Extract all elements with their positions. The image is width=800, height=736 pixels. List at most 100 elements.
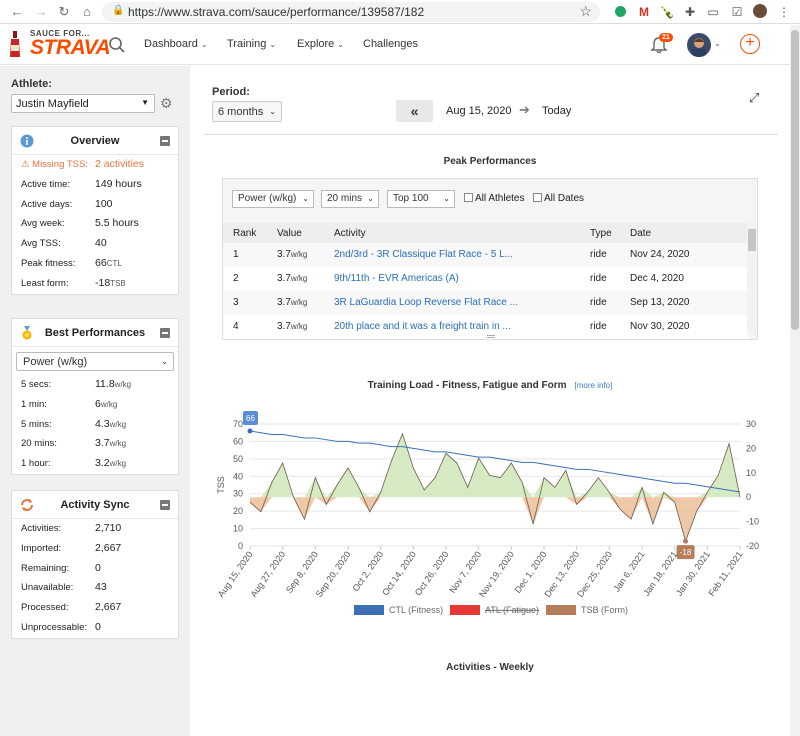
- legend-label: ATL (Fatigue): [485, 605, 539, 615]
- legend-label: CTL (Fitness): [389, 605, 443, 615]
- y-left-tick-label: 70: [233, 419, 243, 429]
- best-key: 1 hour:: [21, 458, 51, 470]
- best-key: 1 min:: [21, 398, 47, 410]
- x-tick-label: Sep 8, 2020: [284, 549, 320, 595]
- overview-row: Active time: 149 hours: [12, 175, 178, 195]
- best-unit: w/kg: [114, 380, 132, 389]
- best-unit: w/kg: [109, 459, 127, 469]
- collapse-icon[interactable]: [160, 328, 170, 338]
- overview-key: Least form:: [21, 277, 69, 289]
- reload-icon[interactable]: ↻: [55, 3, 73, 21]
- checkbox-extension-icon[interactable]: ☑: [729, 4, 745, 20]
- ctl-peak-label: 66: [246, 414, 255, 423]
- sidebar: Athlete: Justin Mayfield ▼ ⚙ Overview ⚠ M…: [0, 66, 190, 736]
- y-right-tick-label: 10: [746, 468, 756, 478]
- x-tick-label: Nov 7, 2020: [447, 549, 483, 595]
- legend-swatch: [450, 605, 480, 615]
- avatar[interactable]: [687, 33, 711, 57]
- search-icon[interactable]: [108, 36, 126, 54]
- chevron-down-icon[interactable]: ⌄: [714, 39, 721, 48]
- chevron-down-icon: ▼: [141, 98, 149, 107]
- sauce-bottle-icon: [10, 31, 20, 57]
- x-tick-label: Aug 27, 2020: [248, 549, 287, 599]
- ctl-peak-marker: [247, 428, 253, 434]
- overview-key: Avg week:: [21, 218, 65, 230]
- chevron-down-icon: ⌄: [337, 40, 344, 49]
- menu-training[interactable]: Training ⌄: [227, 38, 276, 50]
- best-value: 3.2w/kg: [95, 457, 127, 470]
- profile-icon[interactable]: [752, 4, 768, 20]
- athlete-select[interactable]: Justin Mayfield ▼: [11, 94, 155, 113]
- sync-value: 2,667: [95, 541, 122, 554]
- star-icon[interactable]: ☆: [579, 3, 592, 20]
- overview-row: Least form: -18TSB: [12, 274, 178, 294]
- sync-row: Imported: 2,667: [12, 539, 178, 559]
- overview-value: -18TSB: [95, 276, 126, 289]
- x-tick-label: Jan 6, 2021: [611, 549, 646, 593]
- y-right-tick-label: 30: [746, 419, 756, 429]
- y-left-tick-label: 40: [233, 471, 243, 481]
- best-performances-panel: Best Performances Power (w/kg) ⌄ 5 secs: 1…: [11, 318, 179, 475]
- kebab-menu-icon[interactable]: ⋮: [776, 4, 792, 20]
- overview-row: Peak fitness: 66CTL: [12, 254, 178, 274]
- gear-icon[interactable]: ⚙: [160, 96, 174, 110]
- home-icon[interactable]: ⌂: [78, 3, 96, 21]
- address-bar[interactable]: 🔒 https://www.strava.com/sauce/performan…: [102, 2, 600, 22]
- extension-green-icon[interactable]: [612, 4, 628, 20]
- page-scrollbar-thumb[interactable]: [791, 30, 799, 330]
- sync-row: Activities: 2,710: [12, 519, 178, 539]
- back-icon[interactable]: ←: [8, 3, 26, 21]
- forward-icon[interactable]: →: [32, 3, 50, 21]
- overview-key: Avg TSS:: [21, 238, 61, 250]
- lock-icon: 🔒: [112, 5, 125, 16]
- sync-value: 2,710: [95, 522, 122, 534]
- gmail-icon[interactable]: M: [636, 4, 652, 20]
- y-left-tick-label: 30: [233, 489, 243, 499]
- sync-row: Unprocessable: 0: [12, 618, 178, 638]
- best-performances-title: Best Performances: [44, 327, 146, 339]
- overview-row: ⚠ Missing TSS: 2 activities: [12, 155, 178, 175]
- sync-key: Unprocessable:: [21, 621, 88, 633]
- best-row: 5 mins: 4.3w/kg: [12, 415, 178, 435]
- overview-value: 40: [95, 237, 107, 250]
- notification-badge: 21: [659, 33, 673, 42]
- activities-weekly-title: Activities - Weekly: [446, 662, 534, 673]
- activity-sync-panel: Activity Sync Activities: 2,710 Imported: 2…: [11, 490, 179, 639]
- best-key: 5 mins:: [21, 418, 52, 430]
- x-tick-label: Nov 19, 2020: [477, 549, 516, 599]
- best-key: 5 secs:: [21, 379, 52, 390]
- legend-swatch: [354, 605, 384, 615]
- y-left-tick-label: 60: [233, 436, 243, 446]
- best-value: 3.7w/kg: [95, 437, 127, 450]
- collapse-icon[interactable]: [160, 136, 170, 146]
- add-activity-button[interactable]: +: [740, 34, 760, 54]
- cast-icon[interactable]: ▭: [705, 4, 721, 20]
- best-value: 6w/kg: [95, 397, 118, 410]
- menu-explore[interactable]: Explore ⌄: [297, 38, 344, 50]
- power-type-select[interactable]: Power (w/kg) ⌄: [16, 352, 174, 371]
- overview-title: Overview: [70, 135, 120, 147]
- sauce-bottle-icon[interactable]: 🍾: [659, 4, 675, 20]
- tsb-positive-area: [250, 433, 740, 498]
- overview-key: Peak fitness:: [21, 257, 76, 269]
- extensions-puzzle-icon[interactable]: ✚: [682, 4, 698, 20]
- sync-key: Imported:: [21, 542, 62, 554]
- training-load-chart[interactable]: 010203040506070 3020100-10-20TSSAug 15, 2…: [190, 66, 790, 626]
- chevron-down-icon: ⌄: [161, 357, 168, 366]
- menu-dashboard[interactable]: Dashboard ⌄: [144, 38, 208, 50]
- collapse-icon[interactable]: [160, 500, 170, 510]
- overview-value[interactable]: 2 activities: [95, 158, 144, 170]
- sync-value: 43: [95, 581, 107, 594]
- best-unit: w/kg: [109, 419, 127, 429]
- sync-row: Remaining: 0: [12, 559, 178, 579]
- overview-unit: TSB: [110, 278, 126, 288]
- sync-key: Remaining:: [21, 562, 70, 574]
- overview-row: Active days: 100: [12, 195, 178, 215]
- url-text: https://www.strava.com/sauce/performance…: [128, 5, 425, 19]
- menu-challenges[interactable]: Challenges: [363, 38, 418, 50]
- strava-logo[interactable]: STRAVA: [30, 36, 111, 60]
- overview-key: Active days:: [21, 198, 73, 210]
- sync-key: Processed:: [21, 602, 69, 614]
- sync-value: 0: [95, 620, 101, 633]
- x-tick-label: Feb 11, 2021: [706, 549, 744, 598]
